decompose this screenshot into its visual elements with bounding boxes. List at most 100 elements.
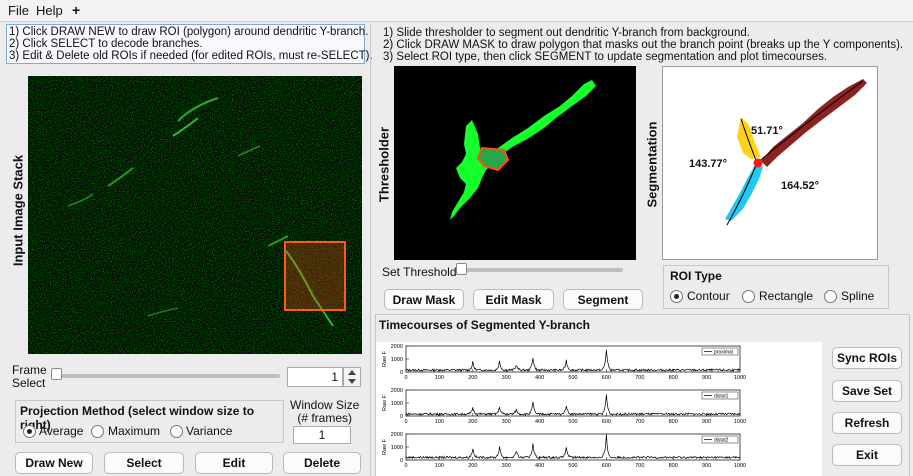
chart-0-xtick-label: 200 xyxy=(468,375,477,381)
menu-help[interactable]: Help xyxy=(36,3,63,18)
radio-variance-label: Variance xyxy=(186,424,233,438)
radio-rectangle-label: Rectangle xyxy=(759,289,814,303)
edit-mask-button[interactable]: Edit Mask xyxy=(473,289,554,310)
roi-type-panel: ROI Type Contour Rectangle Spline xyxy=(663,265,889,309)
chart-2-ytick-label: 1000 xyxy=(391,445,403,451)
stepper-up-icon[interactable] xyxy=(348,370,356,375)
radio-maximum[interactable] xyxy=(91,425,104,438)
chart-1-xtick-label: 200 xyxy=(468,419,477,425)
chart-2-xtick-label: 300 xyxy=(502,463,511,469)
chart-2-ytick-label: 0 xyxy=(400,458,403,464)
chart-2-ylabel: Raw F xyxy=(382,438,388,455)
input-image[interactable] xyxy=(28,76,362,354)
exit-button[interactable]: Exit xyxy=(832,444,902,466)
chart-2-xtick-label: 1000 xyxy=(734,463,746,469)
chart-1-ytick-label: 0 xyxy=(400,414,403,420)
sync-rois-button[interactable]: Sync ROIs xyxy=(832,347,902,369)
chart-2-xtick-label: 700 xyxy=(635,463,644,469)
frame-select-label: Frame Select xyxy=(12,363,47,390)
chart-0-ylabel: Raw F xyxy=(382,350,388,367)
draw-mask-button[interactable]: Draw Mask xyxy=(384,289,464,310)
chart-1-xtick-label: 300 xyxy=(502,419,511,425)
radio-spline[interactable] xyxy=(824,290,837,303)
frame-value-field[interactable]: 1 xyxy=(287,367,343,387)
chart-1-xtick-label: 500 xyxy=(568,419,577,425)
radio-spline-label: Spline xyxy=(841,289,875,303)
roi-rectangle[interactable] xyxy=(284,241,346,311)
draw-new-button[interactable]: Draw New xyxy=(15,452,93,474)
radio-variance[interactable] xyxy=(170,425,183,438)
chart-2-xtick-label: 600 xyxy=(602,463,611,469)
thresholder-svg xyxy=(450,80,596,220)
select-button[interactable]: Select xyxy=(104,452,184,474)
menu-bar: File Help + xyxy=(0,0,913,22)
threshold-slider-thumb[interactable] xyxy=(456,263,467,275)
chart-0-xtick-label: 400 xyxy=(535,375,544,381)
left-instruction-3: 3) Edit & Delete old ROIs if needed (for… xyxy=(9,50,373,62)
input-image-svg xyxy=(28,76,362,354)
chart-2-xtick-label: 500 xyxy=(568,463,577,469)
threshold-slider-track[interactable] xyxy=(457,268,623,272)
radio-average-label: Average xyxy=(39,424,84,438)
chart-0-xtick-label: 100 xyxy=(435,375,444,381)
stepper-down-icon[interactable] xyxy=(348,379,356,384)
right-instruction-1: 1) Slide thresholder to segment out dend… xyxy=(383,27,750,39)
projection-panel: Projection Method (select window size to… xyxy=(15,400,284,443)
chart-0-ytick-label: 1000 xyxy=(391,357,403,363)
radio-contour-label: Contour xyxy=(687,289,730,303)
chart-2-xtick-label: 800 xyxy=(669,463,678,469)
chart-2-frame xyxy=(405,433,741,461)
save-set-button[interactable]: Save Set xyxy=(832,380,902,402)
angle-label-2: 143.77° xyxy=(689,158,728,170)
frame-stepper[interactable] xyxy=(343,367,361,387)
chart-1-xtick-label: 0 xyxy=(404,419,407,425)
segmentation-label: Segmentation xyxy=(644,121,660,208)
delete-button[interactable]: Delete xyxy=(283,452,361,474)
window-size-field[interactable]: 1 xyxy=(293,426,351,444)
chart-1-xtick-label: 900 xyxy=(702,419,711,425)
refresh-button[interactable]: Refresh xyxy=(832,412,902,434)
chart-0-xtick-label: 0 xyxy=(404,375,407,381)
timecourses-charts: 0100020000 100 200 300 400 500 600 700 800 900 100… xyxy=(382,344,746,469)
left-instruction-1: 1) Click DRAW NEW to draw ROI (polygon) … xyxy=(9,26,369,38)
chart-0-xtick-label: 900 xyxy=(702,375,711,381)
chart-1-ytick-label: 2000 xyxy=(391,388,403,394)
roi-type-title: ROI Type xyxy=(670,269,722,283)
thresholder-image[interactable] xyxy=(394,66,636,260)
menu-file[interactable]: File xyxy=(8,3,29,18)
chart-0-xtick-label: 600 xyxy=(602,375,611,381)
chart-1-xtick-label: 800 xyxy=(669,419,678,425)
chart-2-ytick-label: 2000 xyxy=(391,432,403,438)
segmentation-plot[interactable]: 51.71° 143.77° 164.52° xyxy=(662,66,878,260)
radio-rectangle[interactable] xyxy=(742,290,755,303)
thresholder-label: Thresholder xyxy=(376,126,392,203)
chart-0-xtick-label: 700 xyxy=(635,375,644,381)
segment-button[interactable]: Segment xyxy=(563,289,643,310)
chart-1-legend-label: distal1 xyxy=(714,394,729,400)
radio-maximum-label: Maximum xyxy=(108,424,161,438)
chart-1-xtick-label: 600 xyxy=(602,419,611,425)
input-image-stack-label: Input Image Stack xyxy=(10,154,26,267)
chart-0-xtick-label: 1000 xyxy=(734,375,746,381)
chart-0-frame xyxy=(405,345,741,373)
chart-1-xtick-label: 700 xyxy=(635,419,644,425)
angle-label-3: 164.52° xyxy=(781,180,820,192)
chart-2-xtick-label: 200 xyxy=(468,463,477,469)
right-instruction-3: 3) Select ROI type, then click SEGMENT t… xyxy=(383,51,828,63)
chart-1-ytick-label: 1000 xyxy=(391,401,403,407)
radio-average[interactable] xyxy=(23,425,36,438)
left-instructions-box: 1) Click DRAW NEW to draw ROI (polygon) … xyxy=(6,24,373,64)
chart-0-xtick-label: 300 xyxy=(502,375,511,381)
radio-contour[interactable] xyxy=(670,290,683,303)
chart-0-ytick-label: 0 xyxy=(400,370,403,376)
frame-slider-thumb[interactable] xyxy=(51,368,62,380)
angle-label-1: 51.71° xyxy=(751,125,783,137)
chart-2-xtick-label: 100 xyxy=(435,463,444,469)
edit-button[interactable]: Edit xyxy=(195,452,273,474)
frame-slider-track[interactable] xyxy=(54,374,280,378)
add-icon[interactable]: + xyxy=(72,2,80,18)
panel-divider xyxy=(370,24,371,476)
chart-0-legend-label: proximal xyxy=(714,350,733,356)
set-threshold-label: Set Threshold xyxy=(382,265,457,279)
timecourses-title: Timecourses of Segmented Y-branch xyxy=(379,318,590,332)
